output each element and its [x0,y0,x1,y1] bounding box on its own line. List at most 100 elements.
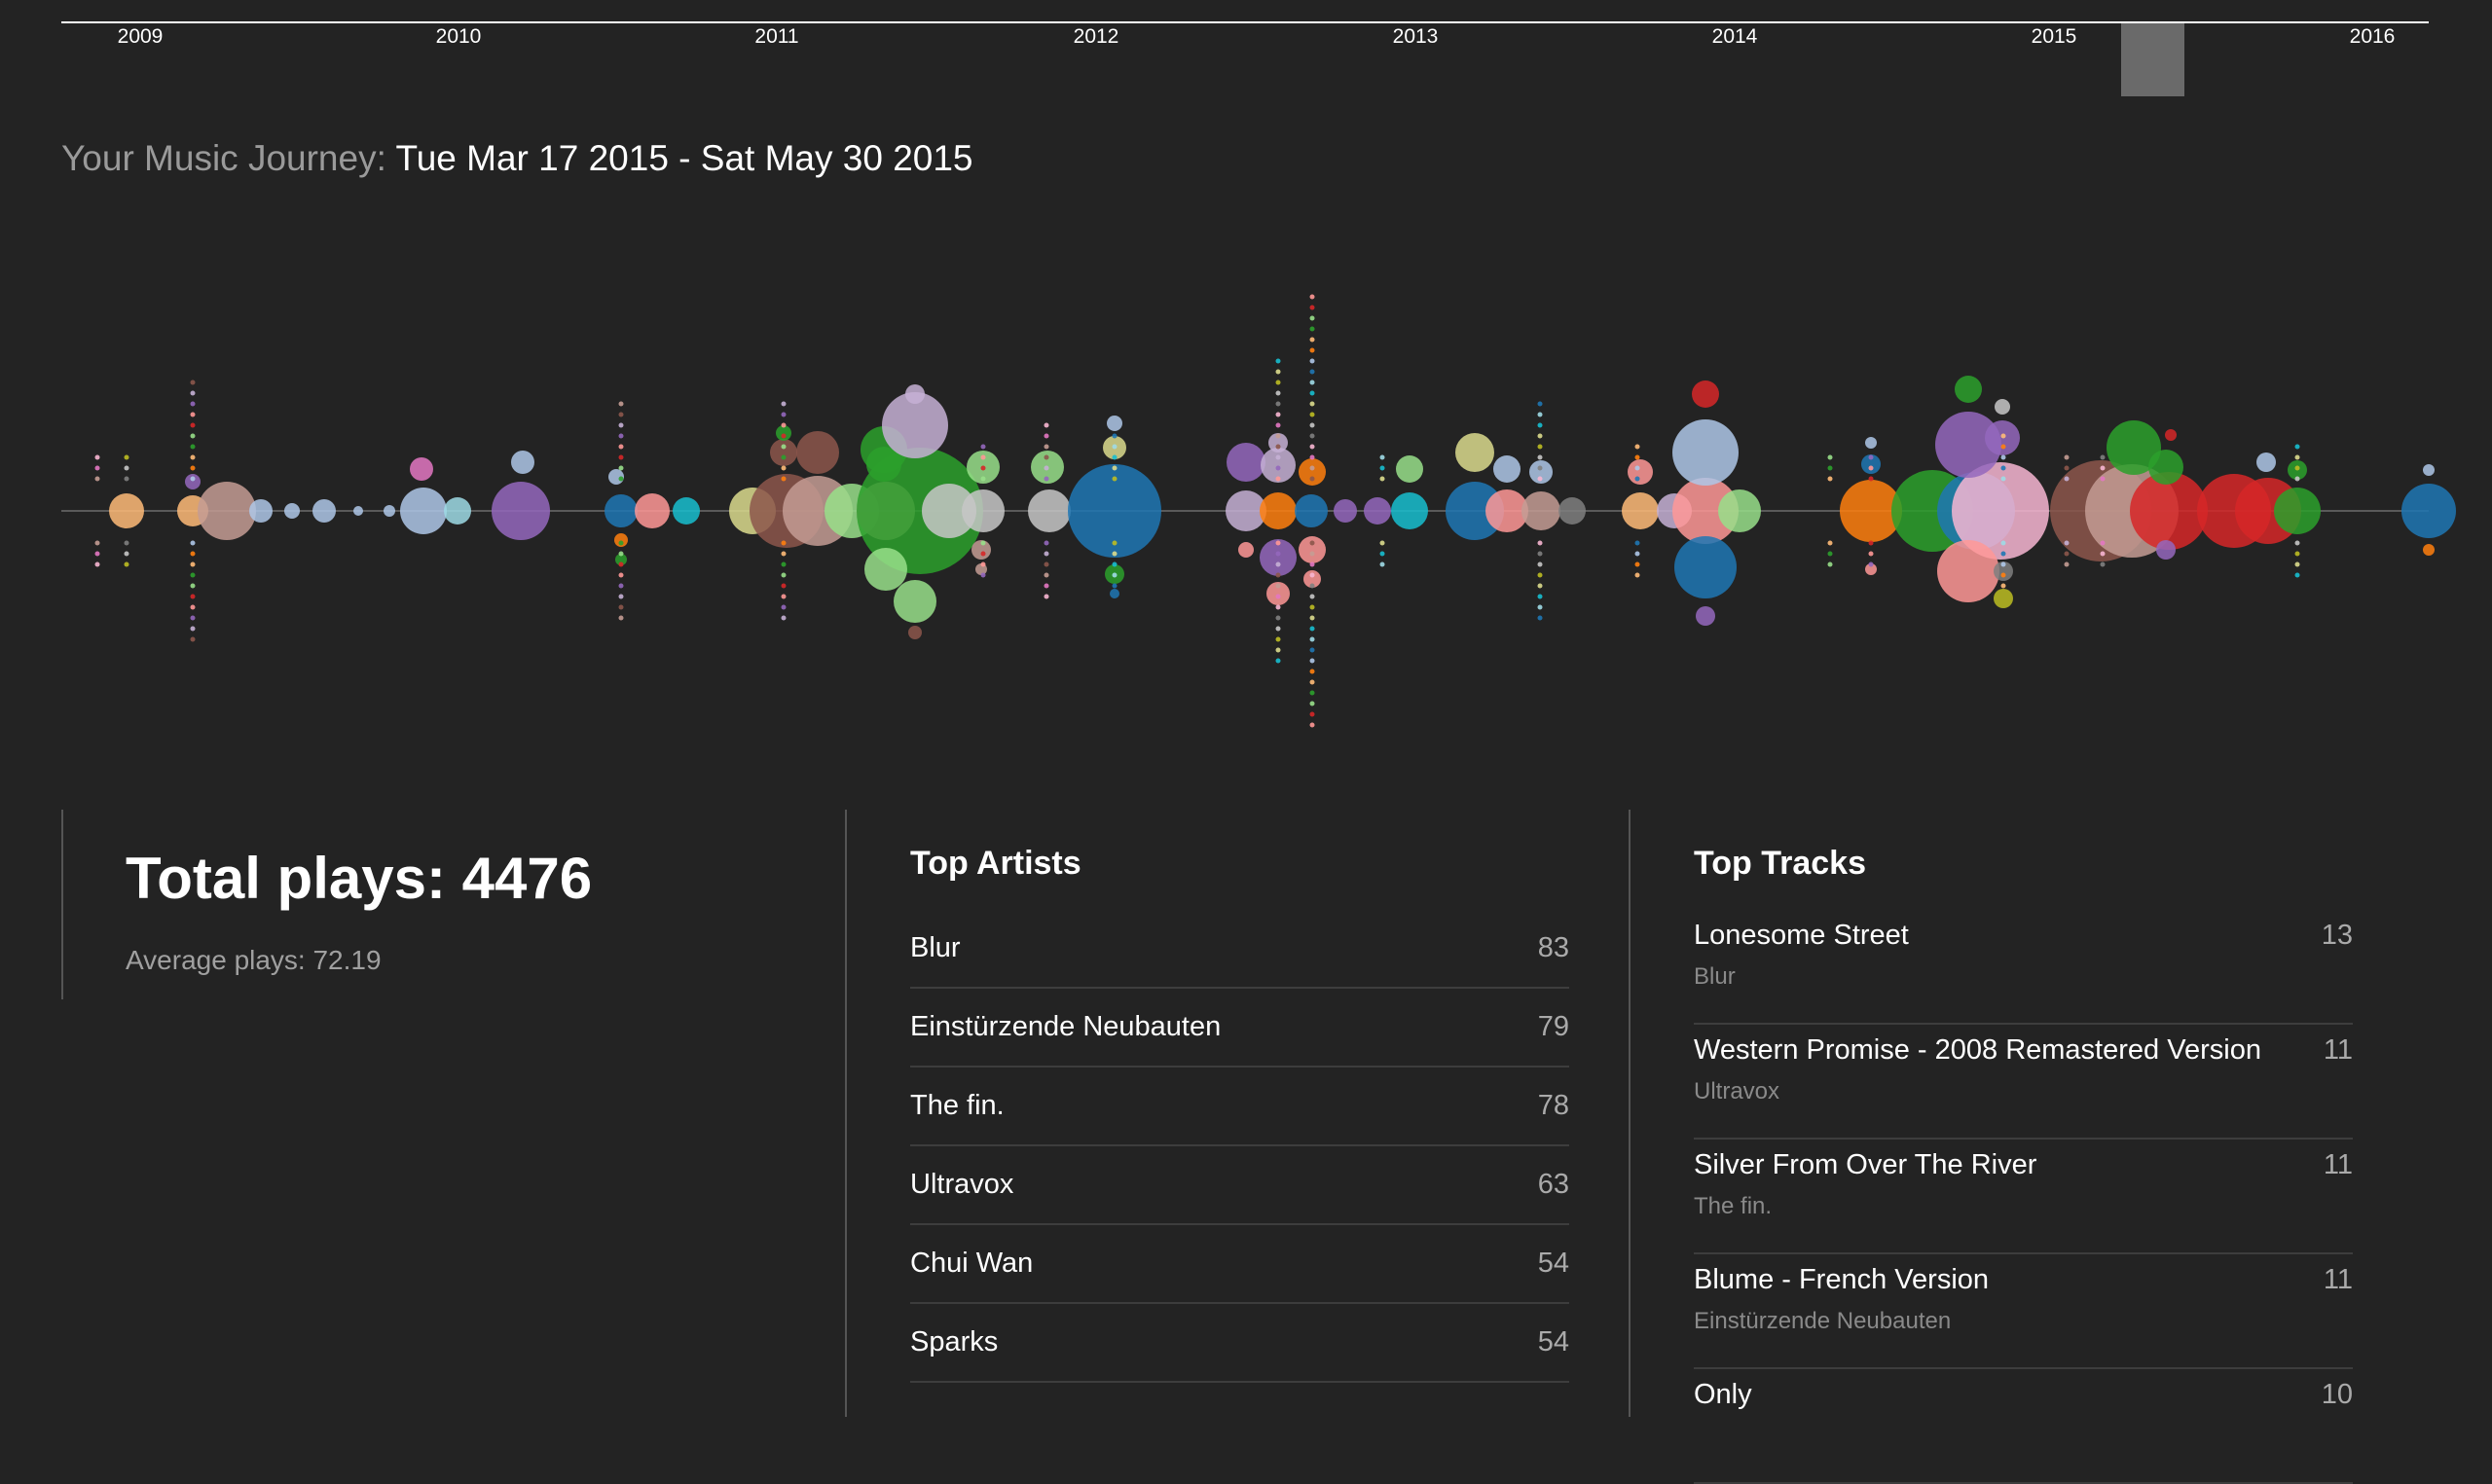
artist-bubble[interactable] [94,551,100,557]
artist-bubble[interactable] [635,493,670,528]
artist-bubble[interactable] [124,476,129,482]
artist-bubble[interactable] [1868,551,1874,557]
artist-bubble[interactable] [980,540,986,546]
artist-bubble[interactable] [190,615,196,621]
artist-bubble[interactable] [94,454,100,460]
artist-bubble[interactable] [1493,455,1521,483]
artist-bubble[interactable] [1112,551,1118,557]
artist-bubble[interactable] [1309,690,1315,696]
artist-bubble[interactable] [1309,551,1315,557]
artist-bubble[interactable] [2294,444,2300,450]
artist-row[interactable]: Einstürzende Neubauten 79 [910,989,1569,1068]
artist-bubble[interactable] [2064,465,2070,471]
track-row[interactable]: Silver From Over The River The fin. 11 [1694,1140,2353,1254]
artist-bubble[interactable] [2423,464,2435,476]
artist-bubble[interactable] [1537,476,1543,482]
artist-bubble[interactable] [1044,454,1049,460]
artist-bubble[interactable] [1628,459,1653,485]
artist-bubble[interactable] [1537,540,1543,546]
artist-bubble[interactable] [1696,606,1715,626]
artist-bubble[interactable] [1537,444,1543,450]
artist-bubble[interactable] [1275,583,1281,589]
artist-bubble[interactable] [2294,572,2300,578]
artist-bubble[interactable] [1309,583,1315,589]
artist-bubble[interactable] [400,488,447,534]
artist-bubble[interactable] [1379,454,1385,460]
artist-bubble[interactable] [1309,626,1315,632]
artist-bubble[interactable] [781,401,787,407]
artist-bubble[interactable] [2000,561,2006,567]
artist-bubble[interactable] [1275,380,1281,385]
artist-bubble[interactable] [781,444,787,450]
artist-bubble[interactable] [1112,561,1118,567]
artist-bubble[interactable] [444,497,471,525]
artist-bubble[interactable] [190,604,196,610]
artist-bubble[interactable] [185,474,201,489]
artist-bubble[interactable] [980,551,986,557]
artist-bubble[interactable] [284,503,300,519]
artist-bubble[interactable] [781,454,787,460]
artist-bubble[interactable] [1275,412,1281,417]
artist-bubble[interactable] [905,384,925,404]
artist-bubble[interactable] [618,615,624,621]
artist-bubble[interactable] [1275,540,1281,546]
artist-bubble[interactable] [94,476,100,482]
artist-bubble[interactable] [1537,604,1543,610]
artist-bubble[interactable] [1275,561,1281,567]
artist-bubble[interactable] [1044,422,1049,428]
artist-bubble[interactable] [1868,540,1874,546]
artist-bubble[interactable] [2156,540,2176,560]
artist-bubble[interactable] [1309,444,1315,450]
artist-bubble[interactable] [781,551,787,557]
artist-bubble[interactable] [1634,572,1640,578]
artist-bubble[interactable] [1112,583,1118,589]
artist-bubble[interactable] [618,476,624,482]
artist-bubble[interactable] [1107,416,1122,431]
artist-bubble[interactable] [2100,551,2106,557]
artist-bubble[interactable] [1396,455,1423,483]
artist-bubble[interactable] [190,401,196,407]
artist-bubble[interactable] [2256,452,2276,472]
artist-bubble[interactable] [1309,572,1315,578]
artist-bubble[interactable] [980,454,986,460]
artist-bubble[interactable] [781,412,787,417]
artist-bubble[interactable] [1455,433,1494,472]
artist-bubble[interactable] [781,476,787,482]
artist-bubble[interactable] [1275,390,1281,396]
artist-bubble[interactable] [2000,465,2006,471]
artist-bubble[interactable] [190,626,196,632]
artist-bubble[interactable] [1044,540,1049,546]
artist-bubble[interactable] [1112,476,1118,482]
artist-bubble[interactable] [1309,358,1315,364]
artist-bubble[interactable] [1827,465,1833,471]
artist-bubble[interactable] [1309,636,1315,642]
artist-bubble[interactable] [1275,465,1281,471]
artist-bubble[interactable] [249,499,273,523]
artist-bubble[interactable] [1309,422,1315,428]
artist-bubble[interactable] [1309,315,1315,321]
artist-bubble[interactable] [1299,458,1326,486]
artist-bubble[interactable] [1275,476,1281,482]
artist-bubble[interactable] [1634,561,1640,567]
artist-bubble[interactable] [1379,551,1385,557]
artist-bubble[interactable] [2100,476,2106,482]
artist-bubble[interactable] [1537,412,1543,417]
artist-bubble[interactable] [1865,437,1877,449]
artist-bubble[interactable] [1309,347,1315,353]
artist-bubble[interactable] [1309,658,1315,664]
artist-bubble[interactable] [1558,497,1586,525]
artist-bubble[interactable] [1110,589,1119,598]
artist-bubble[interactable] [980,476,986,482]
artist-bubble[interactable] [2100,454,2106,460]
artist-bubble[interactable] [618,572,624,578]
artist-bubble[interactable] [781,540,787,546]
artist-bubble[interactable] [1634,540,1640,546]
year-label-2009[interactable]: 2009 [118,25,164,49]
artist-row[interactable]: The fin. 78 [910,1068,1569,1146]
artist-bubble[interactable] [1309,401,1315,407]
artist-bubble[interactable] [1112,444,1118,450]
artist-bubble[interactable] [1827,454,1833,460]
artist-bubble[interactable] [980,572,986,578]
artist-bubble[interactable] [1275,572,1281,578]
artist-bubble[interactable] [1309,294,1315,300]
